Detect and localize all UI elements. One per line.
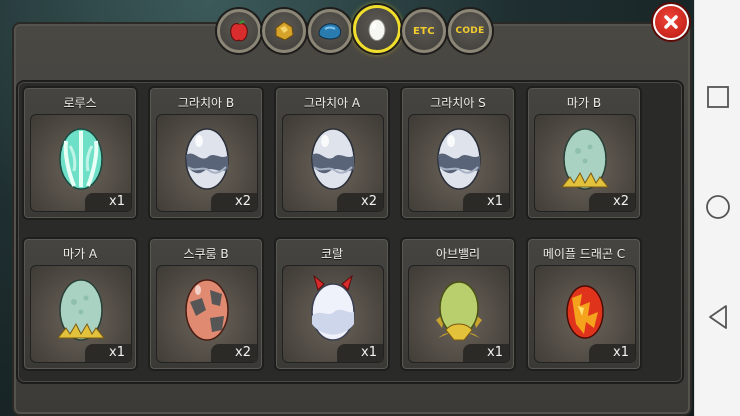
egg-icon (185, 279, 229, 341)
egg-item-slot: x2 (156, 265, 258, 363)
egg-icon (185, 128, 229, 190)
egg-icon (311, 128, 355, 190)
egg-item-slot: x1 (30, 114, 132, 212)
egg-grid: 로루스 x1 그라치아 B x2 그라치아 A x2 그라치아 S x1 마가 … (16, 80, 684, 384)
egg-item-count: x2 (337, 193, 383, 211)
egg-icon (566, 285, 604, 339)
egg-item-count: x1 (589, 344, 635, 362)
egg-item-card[interactable]: 마가 A x1 (22, 237, 138, 371)
egg-item-count: x1 (463, 193, 509, 211)
egg-icon (311, 274, 355, 341)
egg-item-slot: x2 (282, 114, 384, 212)
egg-item-name: 마가 A (62, 247, 98, 261)
egg-item-count: x2 (589, 193, 635, 211)
egg-item-count: x2 (211, 344, 257, 362)
egg-item-name: 로루스 (63, 96, 97, 110)
egg-item-slot: x1 (30, 265, 132, 363)
egg-item-name: 그라치아 S (430, 96, 486, 110)
egg-item-name: 그라치아 A (303, 96, 361, 110)
blue-stone-icon (318, 23, 342, 40)
egg-item-name: 스쿠룸 B (183, 247, 229, 261)
tab-code-label: CODE (455, 26, 485, 36)
tab-gold[interactable] (262, 9, 306, 53)
egg-item-card[interactable]: 마가 B x2 (526, 86, 642, 220)
egg-item-slot: x1 (534, 265, 636, 363)
egg-item-card[interactable]: 아브밸리 x1 (400, 237, 516, 371)
egg-item-name: 메이플 드래곤 C (542, 247, 626, 261)
egg-item-count: x1 (337, 344, 383, 362)
tab-etc-label: ETC (413, 25, 435, 37)
egg-item-name: 코랄 (320, 247, 344, 261)
home-icon (706, 195, 730, 219)
egg-item-name: 아브밸리 (435, 247, 481, 261)
egg-item-card[interactable]: 그라치아 A x2 (274, 86, 390, 220)
recent-apps-button[interactable] (700, 79, 736, 115)
egg-item-count: x1 (85, 193, 131, 211)
egg-item-card[interactable]: 그라치아 B x2 (148, 86, 264, 220)
back-icon (709, 305, 727, 329)
tab-etc[interactable]: ETC (402, 9, 446, 53)
egg-item-card[interactable]: 메이플 드래곤 C x1 (526, 237, 642, 371)
egg-item-card[interactable]: 그라치아 S x1 (400, 86, 516, 220)
android-nav-bar (694, 0, 740, 416)
egg-item-count: x1 (85, 344, 131, 362)
gold-nugget-icon (275, 21, 294, 41)
egg-icon (437, 128, 481, 190)
tab-stone[interactable] (308, 9, 352, 53)
tab-fruit[interactable] (217, 9, 261, 53)
egg-item-count: x2 (211, 193, 257, 211)
back-button[interactable] (700, 299, 736, 335)
egg-icon (56, 279, 106, 341)
egg-item-slot: x1 (408, 265, 510, 363)
egg-item-card[interactable]: 코랄 x1 (274, 237, 390, 371)
home-button[interactable] (700, 189, 736, 225)
egg-icon (560, 128, 610, 190)
egg-item-slot: x2 (534, 114, 636, 212)
red-fruit-icon (230, 20, 248, 42)
close-icon (664, 15, 678, 29)
egg-item-count: x1 (463, 344, 509, 362)
tab-code[interactable]: CODE (448, 9, 492, 53)
egg-item-slot: x1 (282, 265, 384, 363)
tab-egg[interactable] (353, 5, 401, 53)
close-button[interactable] (653, 4, 689, 40)
egg-item-name: 마가 B (566, 96, 602, 110)
recent-apps-icon (707, 86, 729, 108)
egg-item-card[interactable]: 로루스 x1 (22, 86, 138, 220)
egg-item-slot: x2 (156, 114, 258, 212)
egg-item-card[interactable]: 스쿠룸 B x2 (148, 237, 264, 371)
egg-icon (436, 281, 482, 341)
egg-icon (59, 128, 103, 190)
egg-item-name: 그라치아 B (177, 96, 235, 110)
egg-icon (368, 19, 386, 41)
egg-item-slot: x1 (408, 114, 510, 212)
